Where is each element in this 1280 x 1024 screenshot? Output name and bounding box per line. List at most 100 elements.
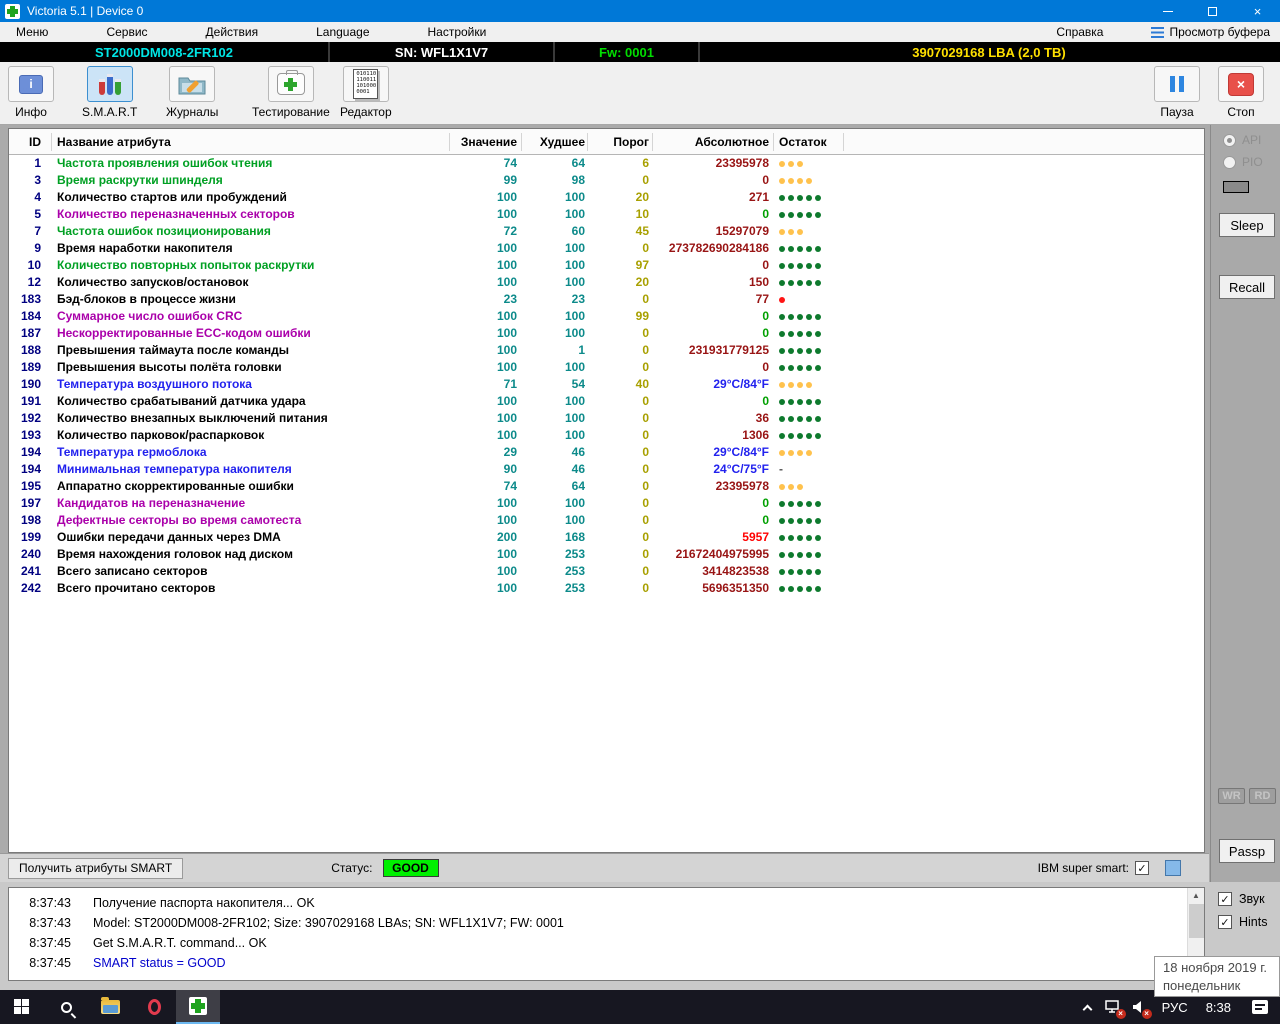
table-row[interactable]: 241Всего записано секторов10025303414823… <box>9 563 1204 580</box>
menu-help[interactable]: Справка <box>1056 25 1103 39</box>
table-row[interactable]: 188Превышения таймаута после команды1001… <box>9 342 1204 359</box>
attr-value: 23 <box>453 292 517 307</box>
table-row[interactable]: 240Время нахождения головок над диском10… <box>9 546 1204 563</box>
language-indicator[interactable]: РУС <box>1153 1000 1197 1015</box>
table-row[interactable]: 184Суммарное число ошибок CRC100100990 <box>9 308 1204 325</box>
menu-item-3[interactable]: Language <box>316 25 369 39</box>
attr-id: 191 <box>9 394 47 409</box>
editor-button[interactable]: 010110 110011 101000 0001 Редактор <box>340 66 392 119</box>
table-row[interactable]: 195Аппаратно скорректированные ошибки746… <box>9 478 1204 495</box>
header-name[interactable]: Название атрибута <box>57 135 171 149</box>
clock[interactable]: 8:38 <box>1197 1000 1240 1015</box>
attr-id: 183 <box>9 292 47 307</box>
victoria-taskbar-button[interactable] <box>176 990 220 1024</box>
attr-id: 188 <box>9 343 47 358</box>
table-row[interactable]: 242Всего прочитано секторов1002530569635… <box>9 580 1204 597</box>
hints-checkbox[interactable]: ✓ <box>1218 915 1232 929</box>
file-explorer-button[interactable] <box>88 990 132 1024</box>
start-button[interactable] <box>0 990 44 1024</box>
table-row[interactable]: 4Количество стартов или пробуждений10010… <box>9 189 1204 206</box>
wr-button[interactable]: WR <box>1218 788 1245 804</box>
attr-worst: 100 <box>523 496 585 511</box>
log-section: 8:37:43Получение паспорта накопителя... … <box>0 882 1280 990</box>
table-row[interactable]: 194Минимальная температура накопителя904… <box>9 461 1204 478</box>
table-row[interactable]: 189Превышения высоты полёта головки10010… <box>9 359 1204 376</box>
table-row[interactable]: 12Количество запусков/остановок100100201… <box>9 274 1204 291</box>
rd-button[interactable]: RD <box>1249 788 1276 804</box>
menu-item-4[interactable]: Настройки <box>428 25 487 39</box>
taskbar-search-button[interactable] <box>44 990 88 1024</box>
table-row[interactable]: 1Частота проявления ошибок чтения7464623… <box>9 155 1204 172</box>
hints-option[interactable]: ✓ Hints <box>1218 915 1267 929</box>
passp-button[interactable]: Passp <box>1219 839 1275 863</box>
header-value[interactable]: Значение <box>453 135 517 149</box>
menu-item-2[interactable]: Действия <box>206 25 259 39</box>
attr-value: 100 <box>453 394 517 409</box>
attr-worst: 100 <box>523 241 585 256</box>
pause-button[interactable]: Пауза <box>1154 66 1200 119</box>
table-row[interactable]: 193Количество парковок/распарковок100100… <box>9 427 1204 444</box>
attr-value: 99 <box>453 173 517 188</box>
attr-absolute: 0 <box>653 394 769 409</box>
header-health[interactable]: Остаток <box>779 135 827 149</box>
header-worst[interactable]: Худшее <box>523 135 585 149</box>
attr-absolute: 0 <box>653 496 769 511</box>
attr-id: 240 <box>9 547 47 562</box>
scroll-thumb[interactable] <box>1189 904 1204 938</box>
buffer-view-button[interactable]: Просмотр буфера <box>1151 25 1270 39</box>
testing-button[interactable]: Тестирование <box>252 66 330 119</box>
table-row[interactable]: 199Ошибки передачи данных через DMA20016… <box>9 529 1204 546</box>
sound-checkbox[interactable]: ✓ <box>1218 892 1232 906</box>
table-row[interactable]: 183Бэд-блоков в процессе жизни2323077 <box>9 291 1204 308</box>
table-row[interactable]: 197Кандидатов на переназначение10010000 <box>9 495 1204 512</box>
opera-button[interactable] <box>132 990 176 1024</box>
smart-button[interactable]: S.M.A.R.T <box>82 66 137 119</box>
table-row[interactable]: 190Температура воздушного потока71544029… <box>9 376 1204 393</box>
tray-expand-button[interactable] <box>1075 990 1101 1024</box>
sound-option[interactable]: ✓ Звук <box>1218 892 1265 906</box>
attr-id: 192 <box>9 411 47 426</box>
recall-button[interactable]: Recall <box>1219 275 1275 299</box>
table-row[interactable]: 7Частота ошибок позиционирования72604515… <box>9 223 1204 240</box>
network-tray-button[interactable]: × <box>1101 990 1127 1024</box>
binary-editor-icon: 010110 110011 101000 0001 <box>353 69 378 99</box>
menu-item-1[interactable]: Сервис <box>106 25 147 39</box>
table-row[interactable]: 191Количество срабатываний датчика удара… <box>9 393 1204 410</box>
table-row[interactable]: 192Количество внезапных выключений питан… <box>9 410 1204 427</box>
minimize-button[interactable] <box>1145 0 1190 22</box>
table-row[interactable]: 198Дефектные секторы во время самотеста1… <box>9 512 1204 529</box>
table-row[interactable]: 9Время наработки накопителя1001000273782… <box>9 240 1204 257</box>
sleep-button[interactable]: Sleep <box>1219 213 1275 237</box>
table-row[interactable]: 5Количество переназначенных секторов1001… <box>9 206 1204 223</box>
header-id[interactable]: ID <box>9 135 47 149</box>
attr-health <box>779 547 859 562</box>
menu-item-0[interactable]: Меню <box>16 25 48 39</box>
header-threshold[interactable]: Порог <box>589 135 649 149</box>
close-button[interactable]: × <box>1235 0 1280 22</box>
pio-radio[interactable]: PIO <box>1223 155 1263 169</box>
log-time: 8:37:43 <box>21 893 71 913</box>
attr-health <box>779 173 859 188</box>
attr-name: Время раскрутки шпинделя <box>57 173 223 188</box>
attr-name: Минимальная температура накопителя <box>57 462 292 477</box>
table-row[interactable]: 194Температура гермоблока2946029°C/84°F <box>9 444 1204 461</box>
header-absolute[interactable]: Абсолютное <box>653 135 769 149</box>
table-row[interactable]: 10Количество повторных попыток раскрутки… <box>9 257 1204 274</box>
table-row[interactable]: 3Время раскрутки шпинделя999800 <box>9 172 1204 189</box>
scroll-up-icon[interactable]: ▲ <box>1188 888 1204 903</box>
drive-model[interactable]: ST2000DM008-2FR102 <box>0 42 330 62</box>
volume-tray-button[interactable]: × <box>1127 990 1153 1024</box>
attr-name: Количество запусков/остановок <box>57 275 248 290</box>
stop-label: Стоп <box>1227 105 1254 119</box>
attr-id: 199 <box>9 530 47 545</box>
info-button[interactable]: i Инфо <box>8 66 54 119</box>
get-smart-attributes-button[interactable]: Получить атрибуты SMART <box>8 858 183 879</box>
attr-name: Суммарное число ошибок CRC <box>57 309 242 324</box>
journals-button[interactable]: Журналы <box>166 66 218 119</box>
stop-button[interactable]: × Стоп <box>1218 66 1264 119</box>
ibm-super-smart-checkbox[interactable]: ✓ <box>1135 861 1149 875</box>
table-row[interactable]: 187Нескорректированные ECC-кодом ошибки1… <box>9 325 1204 342</box>
api-radio[interactable]: API <box>1223 133 1261 147</box>
attr-name: Превышения таймаута после команды <box>57 343 289 358</box>
maximize-button[interactable] <box>1190 0 1235 22</box>
